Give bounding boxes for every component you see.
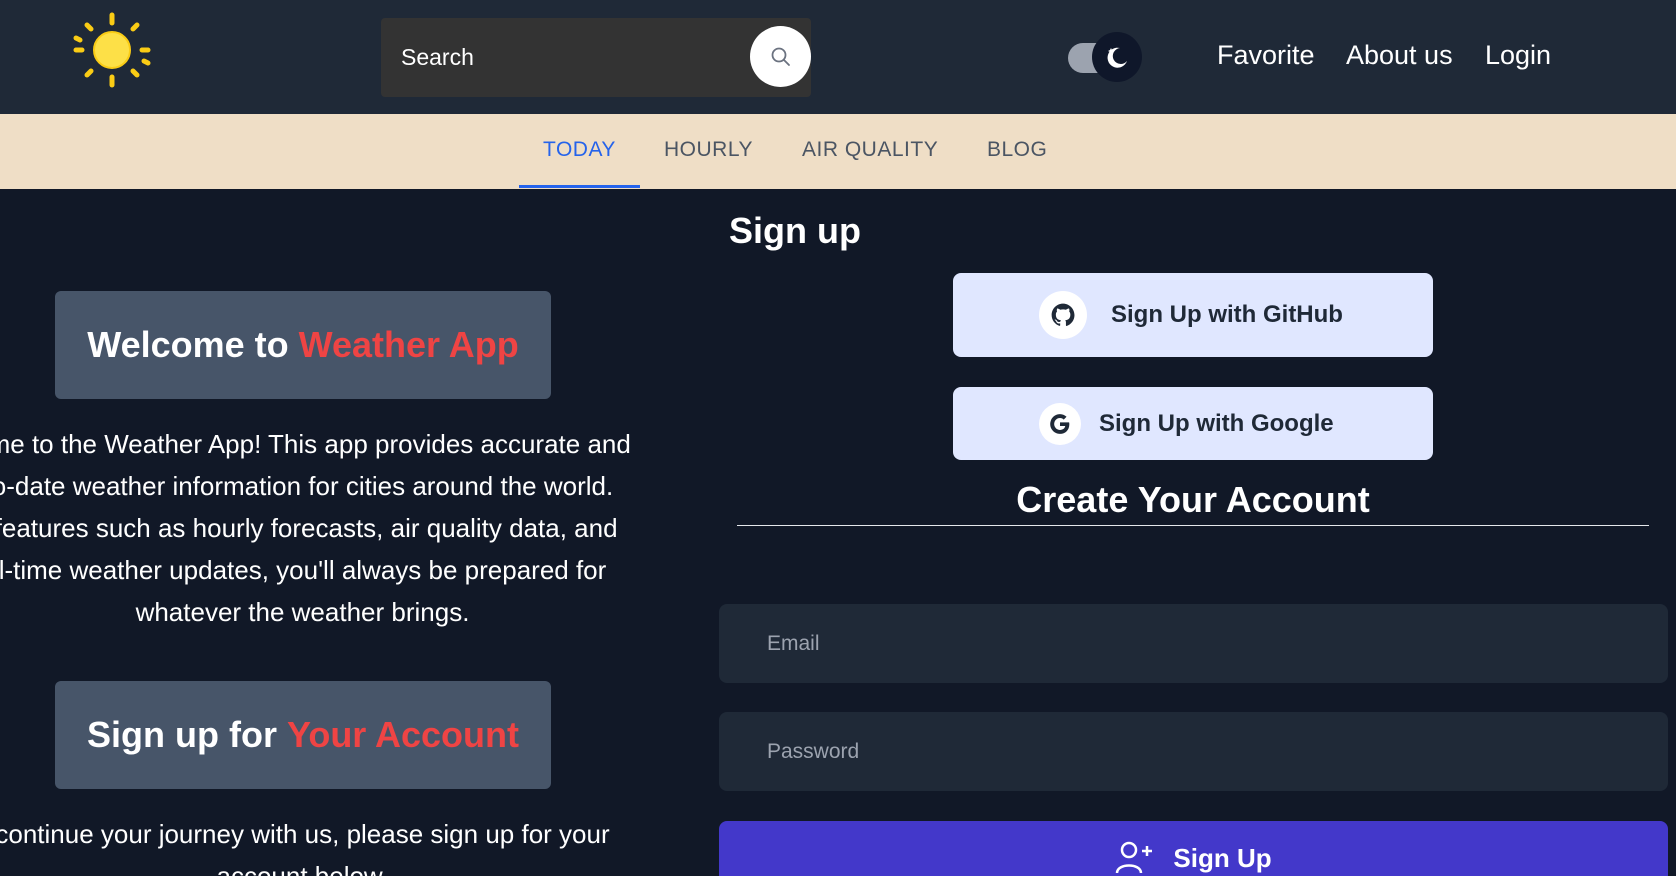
- paragraph-line: ome to the Weather App! This app provide…: [0, 429, 631, 459]
- paragraph-line: whatever the weather brings.: [135, 597, 470, 627]
- signup-paragraph: continue your journey with us, please si…: [0, 813, 635, 876]
- tab-today[interactable]: TODAY: [543, 138, 616, 162]
- create-account-title: Create Your Account: [1016, 479, 1370, 520]
- signup-heading: Sign up for Your Account: [55, 681, 551, 789]
- email-field[interactable]: Email: [719, 604, 1668, 683]
- tab-bar: TODAY HOURLY AIR QUALITY BLOG: [0, 114, 1676, 189]
- submit-label: Sign Up: [1173, 843, 1272, 873]
- welcome-accent: Weather App: [298, 324, 519, 365]
- title-divider: [737, 525, 1649, 526]
- github-icon: [1039, 291, 1087, 339]
- signup-accent: Your Account: [286, 714, 519, 755]
- signup-submit-button[interactable]: Sign Up: [719, 821, 1668, 876]
- tab-blog[interactable]: BLOG: [987, 138, 1047, 162]
- signup-prefix: Sign up for: [87, 714, 287, 755]
- google-button-label: Sign Up with Google: [1099, 409, 1334, 437]
- paragraph-line: o-date weather information for cities ar…: [0, 471, 614, 501]
- welcome-paragraph: ome to the Weather App! This app provide…: [0, 423, 635, 633]
- paragraph-line: l-time weather updates, you'll always be…: [0, 555, 607, 585]
- tab-air-quality[interactable]: AIR QUALITY: [802, 138, 938, 162]
- email-placeholder: Email: [767, 632, 820, 655]
- welcome-prefix: Welcome to: [87, 324, 299, 365]
- welcome-heading: Welcome to Weather App: [55, 291, 551, 399]
- top-header: Search Favorite About us Login: [0, 0, 1676, 114]
- github-signup-button[interactable]: Sign Up with GitHub: [953, 273, 1433, 357]
- search-input[interactable]: Search: [401, 44, 474, 71]
- add-user-icon: [1116, 841, 1153, 874]
- search-bar[interactable]: Search: [381, 18, 811, 97]
- nav-about-link[interactable]: About us: [1346, 40, 1453, 71]
- google-signup-button[interactable]: Sign Up with Google: [953, 387, 1433, 460]
- theme-toggle[interactable]: [1068, 32, 1142, 82]
- active-tab-indicator: [519, 185, 640, 188]
- nav-favorite-link[interactable]: Favorite: [1217, 40, 1315, 71]
- github-button-label: Sign Up with GitHub: [1111, 301, 1343, 328]
- password-placeholder: Password: [767, 740, 860, 763]
- password-field[interactable]: Password: [719, 712, 1668, 791]
- moon-icon: [1092, 32, 1142, 82]
- search-icon: [771, 47, 790, 66]
- paragraph-line: features such as hourly forecasts, air q…: [0, 513, 618, 543]
- paragraph-line: account below.: [216, 861, 389, 876]
- signup-title: Sign up: [729, 210, 861, 251]
- nav-login-link[interactable]: Login: [1485, 40, 1551, 71]
- paragraph-line: continue your journey with us, please si…: [0, 819, 610, 849]
- tab-hourly[interactable]: HOURLY: [664, 138, 753, 162]
- google-icon: [1039, 402, 1081, 445]
- sun-icon[interactable]: [68, 10, 160, 94]
- search-button[interactable]: [750, 26, 811, 87]
